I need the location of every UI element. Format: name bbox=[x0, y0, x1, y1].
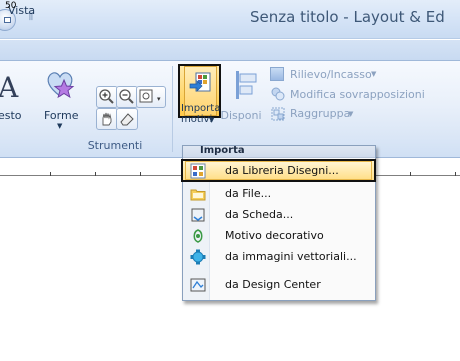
text-tool-label[interactable]: esto bbox=[0, 110, 22, 122]
import-patterns-dropdown-arrow: ▼ bbox=[209, 116, 215, 124]
menu-item-file[interactable]: da File... bbox=[186, 184, 374, 204]
decorative-pattern-icon bbox=[190, 228, 206, 244]
menu-item-immagini-vettoriali[interactable]: da immagini vettoriali... bbox=[186, 247, 374, 267]
group-icon bbox=[270, 106, 286, 122]
relief-icon bbox=[270, 67, 284, 81]
library-icon bbox=[190, 163, 206, 179]
menu-item-libreria[interactable]: da Libreria Disegni... bbox=[186, 161, 374, 181]
group-dropdown-arrow[interactable]: ▼ bbox=[348, 110, 353, 118]
menu-item-design-center[interactable]: da Design Center bbox=[186, 275, 374, 295]
ruler-label: 50 bbox=[5, 1, 17, 11]
eraser-button[interactable] bbox=[116, 108, 138, 130]
ruler-tick bbox=[140, 172, 141, 176]
import-patterns-icon bbox=[188, 70, 214, 96]
ruler-tick bbox=[50, 172, 51, 176]
modify-overlaps-button[interactable]: Modifica sovrapposizioni bbox=[290, 88, 425, 101]
vector-image-icon bbox=[190, 249, 206, 265]
menu-item-label: da Libreria Disegni... bbox=[225, 164, 339, 177]
ribbon-tab-strip bbox=[0, 40, 460, 61]
zoom-in-button[interactable] bbox=[96, 86, 118, 108]
menu-item-label: da File... bbox=[225, 187, 272, 200]
menu-item-label: da immagini vettoriali... bbox=[225, 250, 357, 263]
relief-dropdown-arrow[interactable]: ▼ bbox=[371, 70, 376, 78]
shapes-heart-star-icon[interactable] bbox=[44, 68, 76, 100]
menu-item-scheda[interactable]: da Scheda... bbox=[186, 205, 374, 225]
menu-item-label: da Scheda... bbox=[225, 208, 294, 221]
pan-hand-button[interactable] bbox=[96, 108, 118, 130]
ruler-tick bbox=[95, 172, 96, 176]
group-divider bbox=[172, 66, 173, 152]
svg-text:▾: ▾ bbox=[157, 95, 161, 103]
shapes-dropdown-arrow[interactable]: ▼ bbox=[57, 122, 62, 130]
arrange-icon[interactable] bbox=[233, 68, 261, 102]
zoom-fit-button[interactable]: ▾ bbox=[136, 86, 166, 108]
zoom-out-button[interactable] bbox=[116, 86, 138, 108]
design-center-icon bbox=[190, 277, 206, 293]
modify-overlaps-icon bbox=[270, 86, 286, 102]
relief-button[interactable]: Rilievo/Incasso bbox=[290, 68, 372, 81]
import-patterns-label-2: motivi bbox=[181, 114, 213, 125]
menu-item-label: da Design Center bbox=[225, 278, 321, 291]
arrange-label[interactable]: Disponi bbox=[219, 110, 263, 122]
group-button[interactable]: Raggruppa bbox=[290, 107, 350, 120]
ruler-tick bbox=[455, 172, 456, 176]
folder-icon bbox=[190, 186, 206, 202]
ruler-tick bbox=[410, 172, 411, 176]
strumenti-group-label: Strumenti bbox=[87, 139, 143, 152]
window-title: Senza titolo - Layout & Ed bbox=[250, 8, 445, 26]
application-icon bbox=[4, 17, 11, 23]
card-icon bbox=[190, 207, 206, 223]
menu-header-label: Importa bbox=[200, 145, 245, 156]
menu-item-label: Motivo decorativo bbox=[225, 229, 324, 242]
menu-item-motivo-decorativo[interactable]: Motivo decorativo bbox=[186, 226, 374, 246]
shapes-label[interactable]: Forme bbox=[44, 110, 78, 122]
text-tool-icon[interactable]: A bbox=[0, 71, 18, 104]
